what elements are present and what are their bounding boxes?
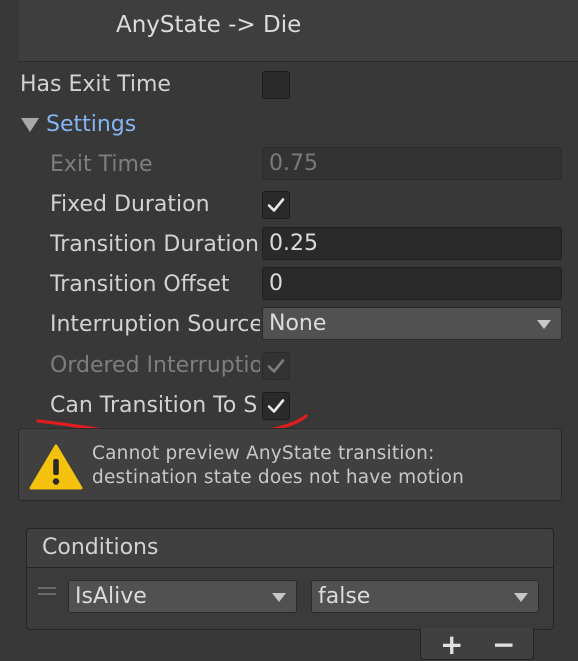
warning-line-2: destination state does not have motion: [92, 467, 465, 488]
warning-message: Cannot preview AnyState transition: dest…: [92, 442, 464, 490]
checkmark-icon: [267, 359, 285, 373]
settings-foldout[interactable]: Settings: [19, 110, 179, 140]
condition-value-value: false: [318, 584, 371, 609]
warning-line-1: Cannot preview AnyState transition:: [92, 443, 435, 464]
transition-title: AnyState -> Die: [116, 12, 302, 38]
drag-handle-icon[interactable]: [36, 581, 60, 601]
warning-helpbox: Cannot preview AnyState transition: dest…: [18, 428, 562, 501]
transition-duration-label: Transition Duration: [50, 232, 258, 257]
foldout-arrow-icon: [21, 118, 39, 132]
dropdown-caret-icon: [537, 320, 551, 329]
condition-value-dropdown[interactable]: false: [311, 580, 539, 613]
conditions-header: Conditions: [26, 528, 554, 568]
transition-offset-label: Transition Offset: [50, 272, 230, 297]
transition-offset-field[interactable]: 0: [262, 267, 562, 300]
dropdown-caret-icon: [272, 593, 286, 602]
conditions-footer: [420, 628, 534, 660]
condition-parameter-value: IsAlive: [75, 584, 147, 609]
ordered-interruption-label: Ordered Interruption: [50, 353, 260, 378]
interruption-source-value: None: [269, 311, 327, 336]
fixed-duration-checkbox[interactable]: [262, 191, 290, 219]
ordered-interruption-checkbox[interactable]: [262, 352, 290, 380]
settings-label: Settings: [46, 112, 137, 137]
has-exit-time-checkbox[interactable]: [262, 71, 290, 99]
warning-icon: [29, 444, 83, 490]
interruption-source-dropdown[interactable]: None: [262, 307, 562, 340]
exit-time-label: Exit Time: [50, 152, 153, 177]
remove-condition-button[interactable]: −: [492, 630, 515, 660]
dropdown-caret-icon: [514, 593, 528, 602]
add-condition-button[interactable]: +: [440, 630, 463, 660]
exit-time-field[interactable]: 0.75: [262, 147, 562, 180]
interruption-source-label: Interruption Source: [50, 312, 260, 337]
conditions-title: Conditions: [42, 535, 159, 560]
transition-duration-field[interactable]: 0.25: [262, 227, 562, 260]
condition-parameter-dropdown[interactable]: IsAlive: [68, 580, 297, 613]
fixed-duration-label: Fixed Duration: [50, 192, 210, 217]
checkmark-icon: [267, 198, 285, 212]
has-exit-time-label: Has Exit Time: [20, 72, 171, 97]
